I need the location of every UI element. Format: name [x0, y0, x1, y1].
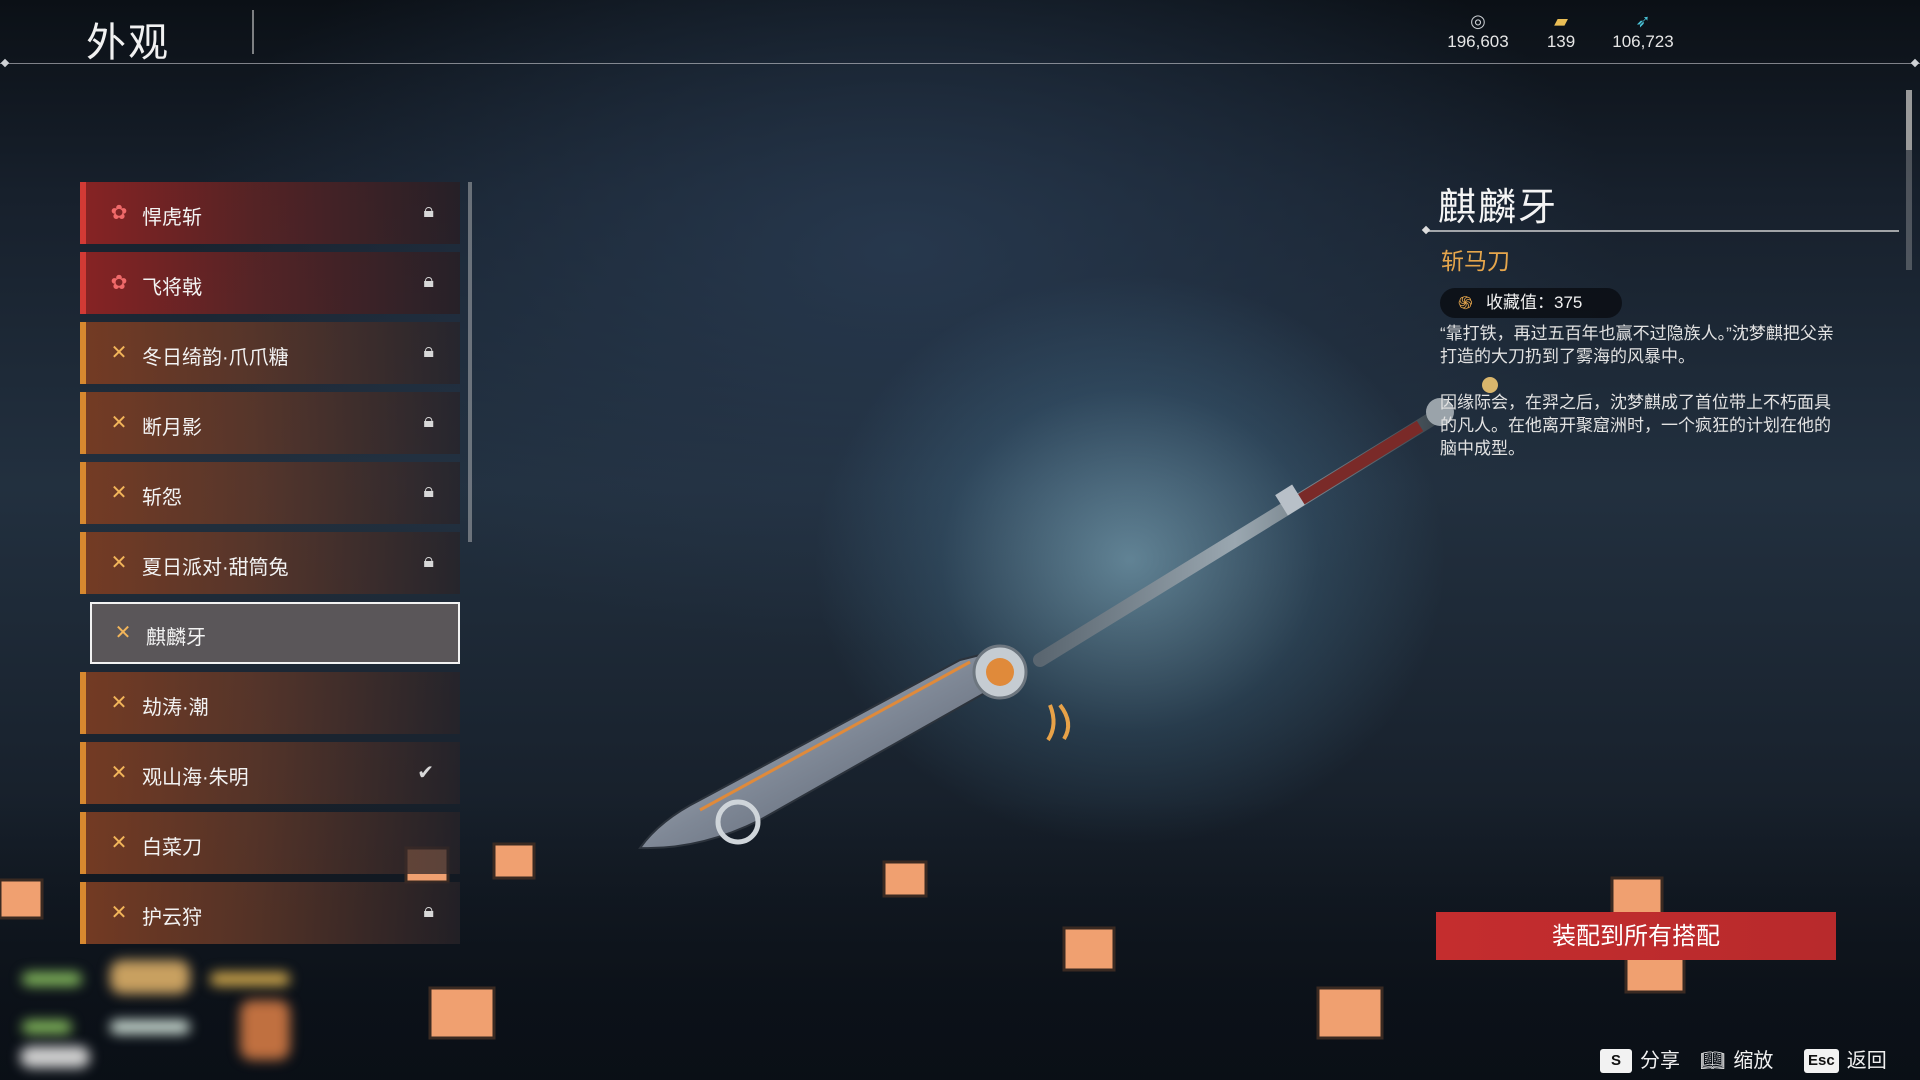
- equip-all-button[interactable]: 装配到所有搭配: [1436, 912, 1836, 960]
- cross-emblem-icon: ✕: [110, 902, 128, 924]
- hint-label: 缩放: [1733, 1050, 1774, 1072]
- item-name: 夏日派对·甜筒兔: [142, 557, 289, 579]
- detail-scrollbar[interactable]: [1906, 90, 1912, 270]
- list-item-selected[interactable]: ✕ 麒麟牙: [90, 602, 460, 664]
- list-item[interactable]: ✕ 冬日绮韵·爪爪糖 🔒︎: [80, 322, 460, 384]
- scrollbar-thumb[interactable]: [1906, 90, 1912, 150]
- cross-emblem-icon: ✕: [110, 832, 128, 854]
- list-item[interactable]: ✿ 飞将戟 🔒︎: [80, 252, 460, 314]
- checkmark-icon: ✔: [417, 762, 434, 784]
- list-item[interactable]: ✕ 劫涛·潮: [80, 672, 460, 734]
- lock-icon: 🔒︎: [423, 200, 434, 222]
- flower-icon: ✿: [110, 202, 128, 224]
- silver-coin-icon: ◎: [1470, 11, 1486, 31]
- list-item[interactable]: ✕ 护云狩 🔒︎: [80, 882, 460, 944]
- title-divider: [252, 10, 254, 54]
- back-hint[interactable]: Esc 返回: [1804, 1044, 1887, 1073]
- cross-emblem-icon: ✕: [110, 692, 128, 714]
- collection-badge: ֍ 收藏值：375: [1440, 288, 1622, 318]
- item-name: 冬日绮韵·爪爪糖: [142, 347, 289, 369]
- cross-emblem-icon: ✕: [110, 412, 128, 434]
- currency-value: 196,603: [1447, 32, 1509, 51]
- cross-emblem-icon: ✕: [110, 552, 128, 574]
- page-title: 外观: [86, 21, 170, 65]
- name-divider: [1427, 230, 1899, 232]
- lock-icon: 🔒︎: [423, 900, 434, 922]
- key-cap: S: [1600, 1049, 1632, 1073]
- list-item[interactable]: ✕ 斩怨 🔒︎: [80, 462, 460, 524]
- cross-emblem-icon: ✕: [114, 622, 132, 644]
- key-cap: Esc: [1804, 1049, 1839, 1073]
- list-scrollbar[interactable]: [468, 182, 472, 542]
- cross-emblem-icon: ✕: [110, 762, 128, 784]
- currency-silver: ◎ 196,603: [1433, 10, 1523, 52]
- hint-label: 返回: [1846, 1050, 1887, 1072]
- currency-value: 139: [1546, 32, 1576, 51]
- weapon-name: 麒麟牙: [1438, 187, 1559, 229]
- item-name: 劫涛·潮: [142, 697, 209, 719]
- cross-emblem-icon: ✕: [110, 342, 128, 364]
- currency-gold: ▰ 139: [1516, 10, 1606, 52]
- lock-icon: 🔒︎: [423, 270, 434, 292]
- list-item[interactable]: ✿ 悍虎斩 🔒︎: [80, 182, 460, 244]
- lock-icon: 🔒︎: [423, 410, 434, 432]
- item-name: 护云狩: [142, 907, 202, 929]
- gold-ticket-icon: ▰: [1554, 11, 1568, 31]
- lock-icon: 🔒︎: [423, 340, 434, 362]
- list-item[interactable]: ✕ 白菜刀: [80, 812, 460, 874]
- item-name: 白菜刀: [142, 837, 202, 859]
- item-name: 断月影: [142, 417, 202, 439]
- currency-feather: ➶ 106,723: [1598, 10, 1688, 52]
- cross-emblem-icon: ✕: [110, 482, 128, 504]
- lock-icon: 🔒︎: [423, 550, 434, 572]
- collection-value: 收藏值：375: [1486, 293, 1583, 312]
- item-name: 飞将戟: [142, 277, 202, 299]
- flower-icon: ✿: [110, 272, 128, 294]
- list-item[interactable]: ✕ 夏日派对·甜筒兔 🔒︎: [80, 532, 460, 594]
- weapon-type: 斩马刀: [1441, 248, 1510, 274]
- item-name: 观山海·朱明: [142, 767, 249, 789]
- zoom-hint[interactable]: 📖︎ 缩放: [1700, 1044, 1773, 1073]
- blue-feather-icon: ➶: [1635, 11, 1651, 31]
- description-paragraph-1: “靠打铁，再过五百年也赢不过隐族人。”沈梦麒把父亲打造的大刀扔到了雾海的风暴中。: [1440, 324, 1834, 366]
- item-name: 麒麟牙: [146, 627, 206, 649]
- appearance-list: ✿ 悍虎斩 🔒︎ ✿ 飞将戟 🔒︎ ✕ 冬日绮韵·爪爪糖 🔒︎ ✕ 断月影 🔒︎…: [80, 182, 460, 952]
- list-item[interactable]: ✕ 观山海·朱明 ✔: [80, 742, 460, 804]
- description-paragraph-2: 因缘际会，在羿之后，沈梦麒成了首位带上不朽面具的凡人。在他离开聚窟洲时，一个疯狂…: [1440, 393, 1831, 458]
- hint-label: 分享: [1640, 1050, 1680, 1072]
- item-name: 斩怨: [142, 487, 182, 509]
- book-icon: 📖︎: [1700, 1050, 1726, 1072]
- collection-icon: ֍: [1458, 293, 1473, 313]
- item-name: 悍虎斩: [142, 207, 202, 229]
- top-bar: 外观 ◎ 196,603 ▰ 139 ➶ 106,723: [0, 0, 1920, 65]
- share-hint[interactable]: S 分享: [1600, 1044, 1680, 1073]
- top-divider: [0, 63, 1920, 64]
- list-item[interactable]: ✕ 断月影 🔒︎: [80, 392, 460, 454]
- currency-value: 106,723: [1612, 32, 1674, 51]
- lock-icon: 🔒︎: [423, 480, 434, 502]
